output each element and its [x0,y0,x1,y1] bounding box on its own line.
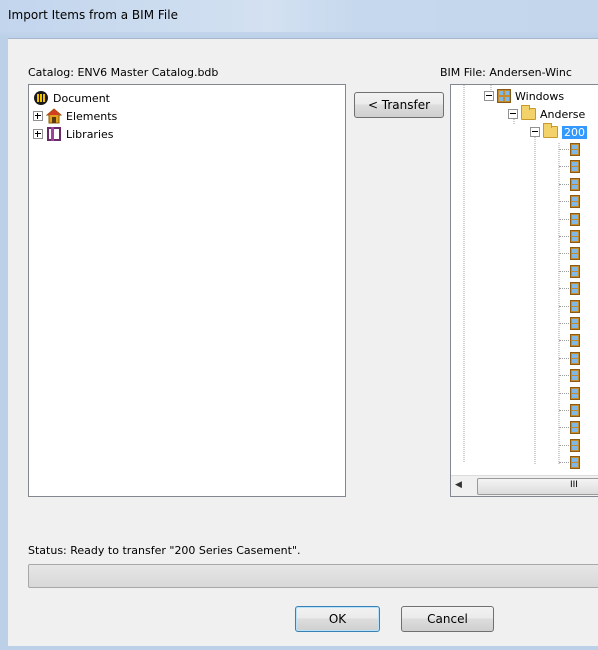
window-item-icon[interactable] [570,212,580,226]
tree-branch-line [559,218,569,220]
tree-branch-line [559,323,569,324]
window-item-icon[interactable] [570,369,580,383]
window-item-icon[interactable] [570,351,580,365]
collapse-icon[interactable] [508,109,518,119]
tree-branch-line [559,253,569,255]
bim-tree[interactable]: Windows Anderse 200 ◀ III [450,84,598,497]
tree-item-label: Libraries [66,127,114,141]
tree-item-label: Anderse [540,107,586,121]
window-item-icon[interactable] [570,421,580,435]
expand-icon[interactable] [33,111,43,121]
tree-branch-line [559,357,569,359]
tree-item-elements[interactable]: Elements [33,107,117,125]
collapse-icon[interactable] [484,91,494,101]
window-item-icon[interactable] [570,438,580,452]
tree-item-libraries[interactable]: Libraries [33,125,114,143]
tree-branch-line [559,375,569,377]
window-icon [497,89,511,103]
import-dialog: Import Items from a BIM File Catalog: EN… [0,0,598,650]
window-item-icon[interactable] [570,334,580,348]
catalog-tree[interactable]: Document Elements Libraries [28,84,346,497]
window-item-icon[interactable] [570,317,580,330]
tree-item-label: Elements [66,109,118,123]
tree-branch-line [559,166,569,168]
expand-icon[interactable] [33,129,43,139]
window-item-icon[interactable] [570,160,580,174]
window-item-icon[interactable] [570,456,580,470]
dialog-client-area: Catalog: ENV6 Master Catalog.bdb Documen… [8,38,598,646]
tree-item-label: Windows [515,89,565,103]
folder-open-icon [521,105,536,120]
tree-branch-line [559,183,569,185]
transfer-button[interactable]: < Transfer [354,92,444,118]
tree-item-document[interactable]: Document [33,89,110,107]
window-item-icon[interactable] [570,282,580,296]
tree-item-andersen[interactable]: Anderse [508,105,585,123]
scroll-thumb-grip: III [570,480,578,490]
window-item-icon[interactable] [570,247,580,261]
cancel-button[interactable]: Cancel [401,606,494,632]
tree-branch-line [559,444,569,446]
catalog-label: Catalog: ENV6 Master Catalog.bdb [28,66,219,79]
tree-branch-line [559,340,569,342]
window-item-icon[interactable] [570,404,580,417]
window-title: Import Items from a BIM File [8,8,178,22]
tree-branch-line [559,270,569,272]
status-text: Status: Ready to transfer "200 Series Ca… [28,544,301,557]
title-bar: Import Items from a BIM File [0,0,598,32]
libraries-icon [46,126,62,142]
tree-branch-line [559,236,569,237]
bim-file-label: BIM File: Andersen-Winc [440,66,572,79]
tree-branch-line [559,201,569,203]
window-item-icon[interactable] [570,230,580,243]
tree-branch-line [559,427,569,429]
tree-branch-line [559,149,569,150]
scroll-left-arrow-icon[interactable]: ◀ [455,480,462,490]
window-item-icon[interactable] [570,386,580,400]
folder-open-icon [543,123,558,138]
document-icon [33,90,49,106]
window-item-icon[interactable] [570,195,580,209]
window-item-icon[interactable] [570,264,580,278]
tree-branch-line [559,392,569,394]
tree-item-200-series[interactable]: 200 [530,123,587,141]
tree-item-label: 200 [562,125,587,139]
window-item-icon[interactable] [570,143,580,156]
scroll-thumb[interactable]: III [477,478,598,495]
elements-icon [45,108,63,124]
tree-branch-line [559,305,569,307]
ok-button[interactable]: OK [295,606,380,632]
tree-branch-line [559,462,569,464]
tree-branch-line [559,410,569,411]
tree-branch-line [559,288,569,290]
collapse-icon[interactable] [530,127,540,137]
tree-item-label: Document [53,91,110,105]
tree-item-windows[interactable]: Windows [484,87,564,105]
progress-bar [28,564,598,588]
horizontal-scrollbar[interactable]: ◀ III [451,475,598,496]
window-item-icon[interactable] [570,177,580,191]
window-item-icon[interactable] [570,299,580,313]
